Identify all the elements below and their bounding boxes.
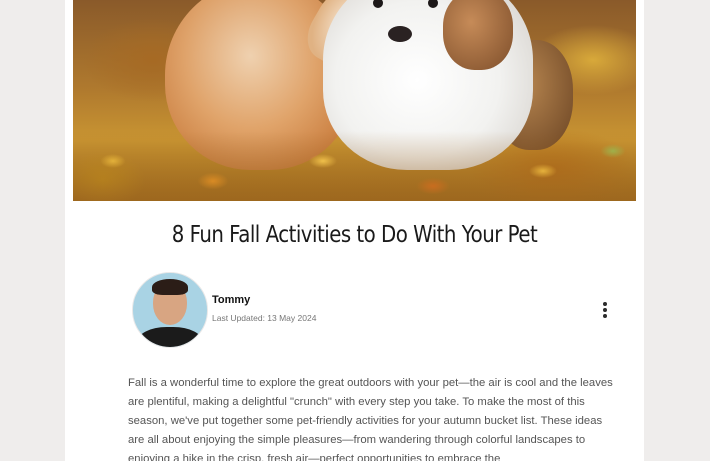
more-options-icon[interactable]: [595, 300, 615, 320]
hero-dog-ear: [443, 0, 513, 70]
hero-dog-nose: [388, 26, 412, 42]
last-updated-date: Last Updated: 13 May 2024: [212, 313, 317, 323]
author-name[interactable]: Tommy: [212, 294, 250, 306]
article-title: 8 Fun Fall Activities to Do With Your Pe…: [171, 222, 538, 248]
hero-leaves: [73, 131, 636, 201]
hero-image: [73, 0, 636, 201]
article-intro: Fall is a wonderful time to explore the …: [128, 377, 613, 461]
author-avatar[interactable]: [132, 272, 208, 348]
article-card: 8 Fun Fall Activities to Do With Your Pe…: [65, 0, 644, 461]
